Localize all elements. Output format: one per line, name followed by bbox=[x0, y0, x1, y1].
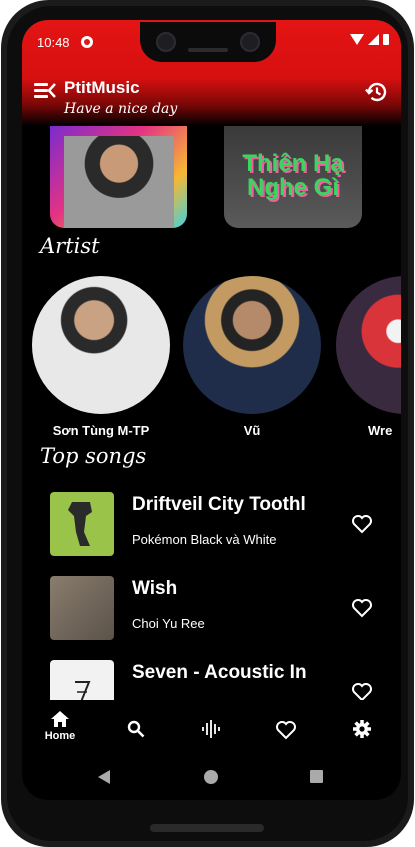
song-cover bbox=[50, 576, 114, 640]
menu-button[interactable] bbox=[34, 82, 56, 100]
bottom-speaker bbox=[150, 824, 264, 832]
system-back-icon[interactable] bbox=[98, 770, 110, 784]
album-card[interactable] bbox=[50, 126, 187, 228]
heart-icon bbox=[352, 515, 372, 534]
front-camera-icon bbox=[156, 32, 176, 52]
favorite-button[interactable] bbox=[351, 514, 373, 534]
bottom-nav: Home bbox=[22, 700, 401, 750]
waveform-icon bbox=[202, 720, 220, 738]
artist-item[interactable]: Vũ bbox=[183, 276, 321, 438]
artist-item[interactable]: Sơn Tùng M-TP bbox=[32, 276, 170, 438]
song-title: Seven - Acoustic In bbox=[132, 662, 307, 683]
top-songs-section-title: Top songs bbox=[40, 444, 147, 468]
artist-name: Wre bbox=[368, 423, 393, 438]
favorite-button[interactable] bbox=[351, 682, 373, 702]
status-time: 10:48 bbox=[37, 35, 70, 50]
app-subtitle: Have a nice day bbox=[64, 101, 178, 117]
battery-icon bbox=[383, 34, 389, 45]
status-icons bbox=[350, 34, 389, 45]
artist-name: Sơn Tùng M-TP bbox=[52, 423, 150, 438]
heart-icon bbox=[352, 683, 372, 702]
artist-section-title: Artist bbox=[40, 234, 100, 258]
album-cover bbox=[64, 136, 174, 228]
song-cover-art bbox=[75, 681, 91, 703]
song-cover bbox=[50, 492, 114, 556]
notification-app-icon bbox=[81, 36, 93, 48]
system-home-icon[interactable] bbox=[204, 770, 218, 784]
heart-icon bbox=[352, 599, 372, 618]
heart-icon bbox=[276, 721, 296, 740]
search-icon bbox=[127, 720, 145, 738]
nav-home[interactable]: Home bbox=[40, 710, 80, 760]
sensor-icon bbox=[240, 32, 260, 52]
song-cover bbox=[50, 660, 114, 704]
artist-avatar bbox=[32, 276, 170, 414]
artist-avatar bbox=[336, 276, 401, 414]
song-item[interactable]: Wish Choi Yu Ree bbox=[22, 576, 401, 642]
screen: 10:48 PtitMusic Have a nice day Thiên Hạ… bbox=[22, 20, 401, 800]
gear-icon bbox=[353, 720, 371, 738]
wifi-icon bbox=[350, 34, 364, 45]
earpiece bbox=[188, 48, 228, 52]
menu-open-icon bbox=[47, 83, 56, 98]
home-icon bbox=[51, 711, 69, 727]
album-cover-title: Thiên Hạ Nghe Gì bbox=[242, 150, 344, 201]
song-item[interactable]: Driftveil City Toothl Pokémon Black và W… bbox=[22, 492, 401, 558]
system-recents-icon[interactable] bbox=[310, 770, 323, 783]
history-icon bbox=[365, 82, 387, 102]
song-title: Driftveil City Toothl bbox=[132, 494, 306, 515]
artist-list: Sơn Tùng M-TP Vũ Wre bbox=[22, 276, 401, 446]
app-title: PtitMusic bbox=[64, 78, 140, 97]
system-nav-bar bbox=[22, 756, 401, 800]
history-button[interactable] bbox=[365, 80, 389, 104]
artist-item[interactable]: Wre bbox=[336, 276, 401, 438]
artist-avatar bbox=[183, 276, 321, 414]
song-cover-art bbox=[68, 502, 92, 546]
nav-home-label: Home bbox=[44, 730, 76, 742]
favorite-button[interactable] bbox=[351, 598, 373, 618]
song-subtitle: Choi Yu Ree bbox=[132, 616, 205, 631]
artist-name: Vũ bbox=[243, 423, 261, 438]
notch bbox=[140, 22, 276, 62]
album-card[interactable]: Thiên Hạ Nghe Gì bbox=[224, 126, 362, 228]
song-subtitle: Pokémon Black và White bbox=[132, 532, 277, 547]
signal-icon bbox=[368, 34, 379, 45]
song-title: Wish bbox=[132, 578, 178, 599]
